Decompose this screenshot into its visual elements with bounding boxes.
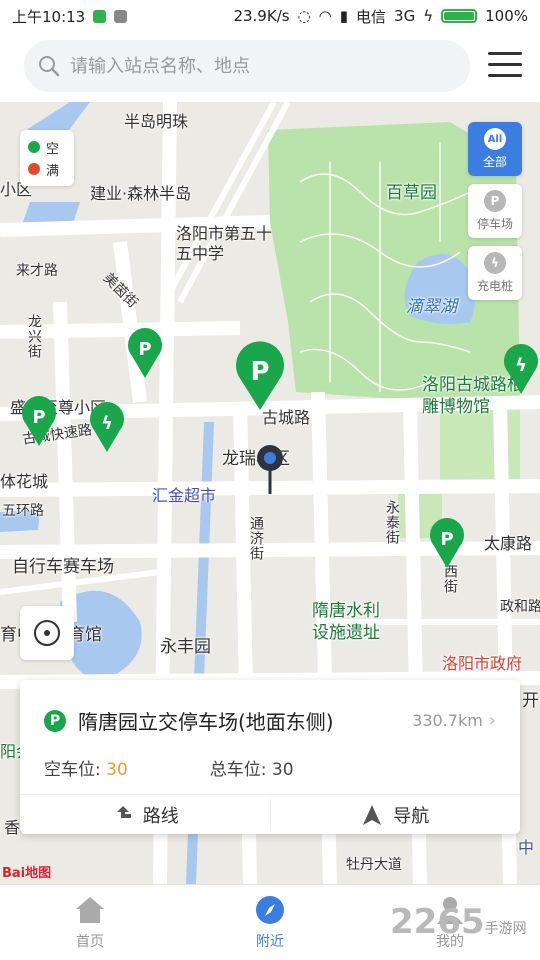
- current-location-marker: [257, 445, 283, 494]
- filter-all-button[interactable]: All 全部: [468, 122, 522, 176]
- charging-pin[interactable]: ϟ: [88, 400, 126, 452]
- road-taikang: 太康路: [484, 534, 533, 553]
- carrier: 电信: [356, 7, 387, 26]
- watermark-logo: 2265手游网: [390, 902, 527, 942]
- chevron-right-icon: ›: [488, 710, 496, 731]
- svg-text:P: P: [440, 529, 453, 550]
- battery-percent: 100%: [485, 7, 528, 25]
- svg-text:P: P: [250, 357, 269, 387]
- poi-huijin-market: 汇金超市: [152, 486, 217, 505]
- road-longxing: 龙兴街: [26, 314, 42, 359]
- signal-icon: ▮: [339, 7, 349, 25]
- menu-icon[interactable]: [488, 52, 522, 80]
- svg-text:ϟ: ϟ: [515, 355, 527, 376]
- road-xi: 西街: [442, 564, 458, 594]
- sim-icon: [114, 9, 128, 23]
- status-legend: 空 满: [20, 130, 74, 186]
- clock: 上午10:13: [12, 7, 86, 26]
- card-header[interactable]: P 隋唐园立交停车场(地面东侧) 330.7km ›: [20, 680, 520, 735]
- road-lower: 牡丹大道: [346, 857, 402, 873]
- road-zhenghe: 政和路: [500, 599, 540, 615]
- poi-tihuacheng: 体花城: [0, 472, 49, 491]
- navigate-button[interactable]: 导航: [271, 802, 521, 828]
- poi-kai: 开: [522, 691, 539, 711]
- search-box[interactable]: [24, 40, 470, 92]
- parking-pin-selected[interactable]: P: [232, 338, 288, 410]
- baidu-logo: Bai地图: [2, 866, 52, 881]
- all-icon: All: [484, 128, 506, 150]
- wifi-icon: ◠: [318, 7, 332, 25]
- route-icon: [116, 805, 131, 818]
- poi-yongfeng-garden: 永丰园: [160, 637, 211, 657]
- legend-empty: 空: [28, 136, 66, 158]
- total-spaces-value: 30: [271, 760, 294, 780]
- empty-spaces: 空车位: 30: [44, 760, 128, 780]
- battery-icon: [441, 9, 478, 23]
- poi-dicui-lake: 滴翠湖: [406, 297, 457, 317]
- compass-icon: [256, 895, 284, 924]
- lightning-icon: ϟ: [484, 252, 506, 274]
- search-row: [0, 32, 540, 102]
- parking-name: 隋唐园立交停车场(地面东侧): [78, 710, 334, 734]
- network-speed: 23.9K/s: [233, 7, 290, 25]
- road-wuhuan: 五环路: [2, 503, 44, 519]
- poi-zhong: 中: [518, 838, 535, 857]
- parking-pin[interactable]: P: [126, 326, 164, 378]
- charging-pin[interactable]: ϟ: [502, 342, 540, 394]
- card-stats: 空车位: 30 总车位: 30: [20, 735, 520, 780]
- navigation-arrow-icon: [363, 804, 382, 825]
- home-icon: [76, 896, 104, 923]
- crosshair-icon: [34, 620, 60, 646]
- parking-icon: P: [484, 190, 506, 212]
- parking-icon: P: [44, 709, 66, 732]
- search-input[interactable]: [70, 55, 430, 77]
- parking-distance: 330.7km: [412, 711, 483, 730]
- poi-water-site: 隋唐水利设施遗址: [312, 601, 380, 643]
- filter-panel: All 全部 P 停车场 ϟ 充电桩: [468, 122, 522, 308]
- locate-button[interactable]: [20, 606, 74, 660]
- filter-charging-button[interactable]: ϟ 充电桩: [468, 246, 522, 300]
- poi-gov: 洛阳市政府: [442, 654, 523, 673]
- total-spaces: 总车位: 30: [209, 760, 294, 780]
- tab-nearby[interactable]: 附近: [180, 885, 360, 960]
- status-right: 23.9K/s ◌ ◠ ▮ 电信 3G ϟ 100%: [233, 6, 528, 27]
- route-button[interactable]: 路线: [20, 802, 270, 828]
- card-actions: 路线 导航: [20, 794, 520, 834]
- charging-icon: ϟ: [423, 7, 434, 25]
- empty-spaces-value: 30: [106, 760, 128, 780]
- poi-xiang: 香: [4, 818, 21, 837]
- road-tongji: 通济街: [248, 516, 264, 561]
- status-left: 上午10:13: [12, 6, 128, 27]
- parking-pin[interactable]: P: [20, 394, 58, 446]
- svg-text:P: P: [138, 339, 151, 360]
- svg-text:P: P: [32, 407, 45, 428]
- poi-jianye-senlin: 建业·森林半岛: [90, 184, 192, 203]
- poi-bandao-mingzhu: 半岛明珠: [124, 112, 189, 131]
- status-bar: 上午10:13 23.9K/s ◌ ◠ ▮ 电信 3G ϟ 100%: [0, 0, 540, 32]
- search-icon: [39, 56, 60, 77]
- poi-school: 洛阳市第五十五中学: [176, 224, 273, 263]
- network-type: 3G: [394, 7, 416, 25]
- road-laicai: 来才路: [16, 263, 58, 279]
- road-yongtai: 永泰街: [384, 500, 400, 545]
- svg-text:ϟ: ϟ: [101, 413, 113, 434]
- filter-parking-button[interactable]: P 停车场: [468, 184, 522, 238]
- parking-detail-card[interactable]: P 隋唐园立交停车场(地面东侧) 330.7km › 空车位: 30 总车位: …: [20, 680, 520, 834]
- tab-home[interactable]: 首页: [0, 885, 180, 960]
- poi-bike-track: 自行车赛车场: [12, 557, 114, 577]
- shield-icon: [93, 9, 107, 23]
- poi-baicao-garden: 百草园: [386, 183, 437, 203]
- legend-full: 满: [28, 158, 66, 180]
- sync-icon: ◌: [297, 7, 311, 25]
- parking-pin[interactable]: P: [428, 516, 466, 568]
